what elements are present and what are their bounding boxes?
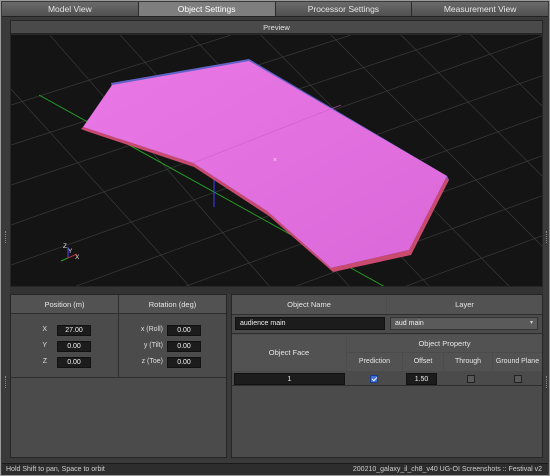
- origin-marker: ×: [273, 157, 277, 164]
- offset-input[interactable]: 1.50: [406, 373, 437, 385]
- app-window: Model View Object Settings Processor Set…: [0, 0, 550, 476]
- preview-header: Preview: [10, 20, 543, 34]
- through-checkbox[interactable]: [467, 375, 475, 383]
- panel-splitter[interactable]: [10, 287, 543, 294]
- transform-bottom-border: [11, 377, 226, 378]
- status-bar: Hold Shift to pan, Space to orbit 200210…: [2, 463, 548, 475]
- object-face-header: Object Face: [232, 335, 346, 371]
- through-header: Through: [444, 353, 492, 371]
- prediction-header: Prediction: [347, 353, 402, 371]
- object-panel: Object Name Layer audience main aud main…: [231, 294, 543, 458]
- transform-panel: Position (m) Rotation (deg) X 27.00 Y 0.…: [10, 294, 227, 458]
- position-z-label: Z: [42, 358, 47, 365]
- tab-measurement-view[interactable]: Measurement View: [412, 2, 548, 16]
- 3d-preview-viewport[interactable]: × Z Y X: [10, 34, 543, 287]
- right-bottom-grip[interactable]: [546, 376, 548, 388]
- ground-plane-header: Ground Plane: [493, 353, 542, 371]
- rotation-header: Rotation (deg): [119, 295, 226, 314]
- transform-divider: [118, 295, 119, 377]
- ground-plane-checkbox[interactable]: [514, 375, 522, 383]
- object-name-input[interactable]: audience main: [235, 317, 385, 330]
- left-splitter-grip[interactable]: [5, 231, 7, 243]
- gizmo-y-label: Y: [68, 248, 73, 255]
- tab-object-settings[interactable]: Object Settings: [138, 2, 276, 16]
- object-property-header: Object Property: [347, 335, 542, 352]
- position-x-label: X: [42, 326, 47, 333]
- layer-header: Layer: [387, 295, 542, 314]
- status-file: 200210_galaxy_il_ch8_v40 UG-OI Screensho…: [352, 466, 542, 473]
- position-y-input[interactable]: 0.00: [57, 341, 91, 352]
- tab-model-view[interactable]: Model View: [2, 2, 139, 16]
- axis-gizmo: Z Y X: [60, 243, 80, 262]
- position-header: Position (m): [11, 295, 118, 314]
- chevron-down-icon: ▾: [529, 320, 533, 326]
- plane-top: [83, 61, 447, 268]
- tab-processor-settings[interactable]: Processor Settings: [275, 2, 413, 16]
- position-y-label: Y: [42, 342, 47, 349]
- left-bottom-grip[interactable]: [5, 376, 7, 388]
- property-row: 1 1.50: [232, 372, 542, 386]
- layer-select[interactable]: aud main ▾: [390, 317, 538, 330]
- rotation-roll-input[interactable]: 0.00: [167, 325, 201, 336]
- status-hint: Hold Shift to pan, Space to orbit: [6, 466, 105, 473]
- audience-plane: [81, 59, 449, 272]
- gizmo-z-label: Z: [63, 243, 67, 250]
- gizmo-x-label: X: [75, 254, 80, 261]
- object-name-header: Object Name: [232, 295, 386, 314]
- prediction-checkbox[interactable]: [370, 375, 378, 383]
- rotation-tilt-input[interactable]: 0.00: [167, 341, 201, 352]
- rotation-toe-input[interactable]: 0.00: [167, 357, 201, 368]
- rotation-roll-label: x (Roll): [140, 326, 163, 333]
- right-splitter-grip[interactable]: [546, 231, 548, 243]
- position-x-input[interactable]: 27.00: [57, 325, 91, 336]
- rotation-tilt-label: y (Tilt): [143, 342, 163, 349]
- offset-header: Offset: [403, 353, 443, 371]
- position-z-input[interactable]: 0.00: [57, 357, 91, 368]
- object-face-input[interactable]: 1: [234, 373, 345, 385]
- tab-bar: Model View Object Settings Processor Set…: [2, 2, 548, 17]
- preview-scene: × Z Y X: [11, 35, 542, 286]
- layer-select-value: aud main: [395, 320, 424, 327]
- rotation-toe-label: z (Toe): [141, 358, 163, 365]
